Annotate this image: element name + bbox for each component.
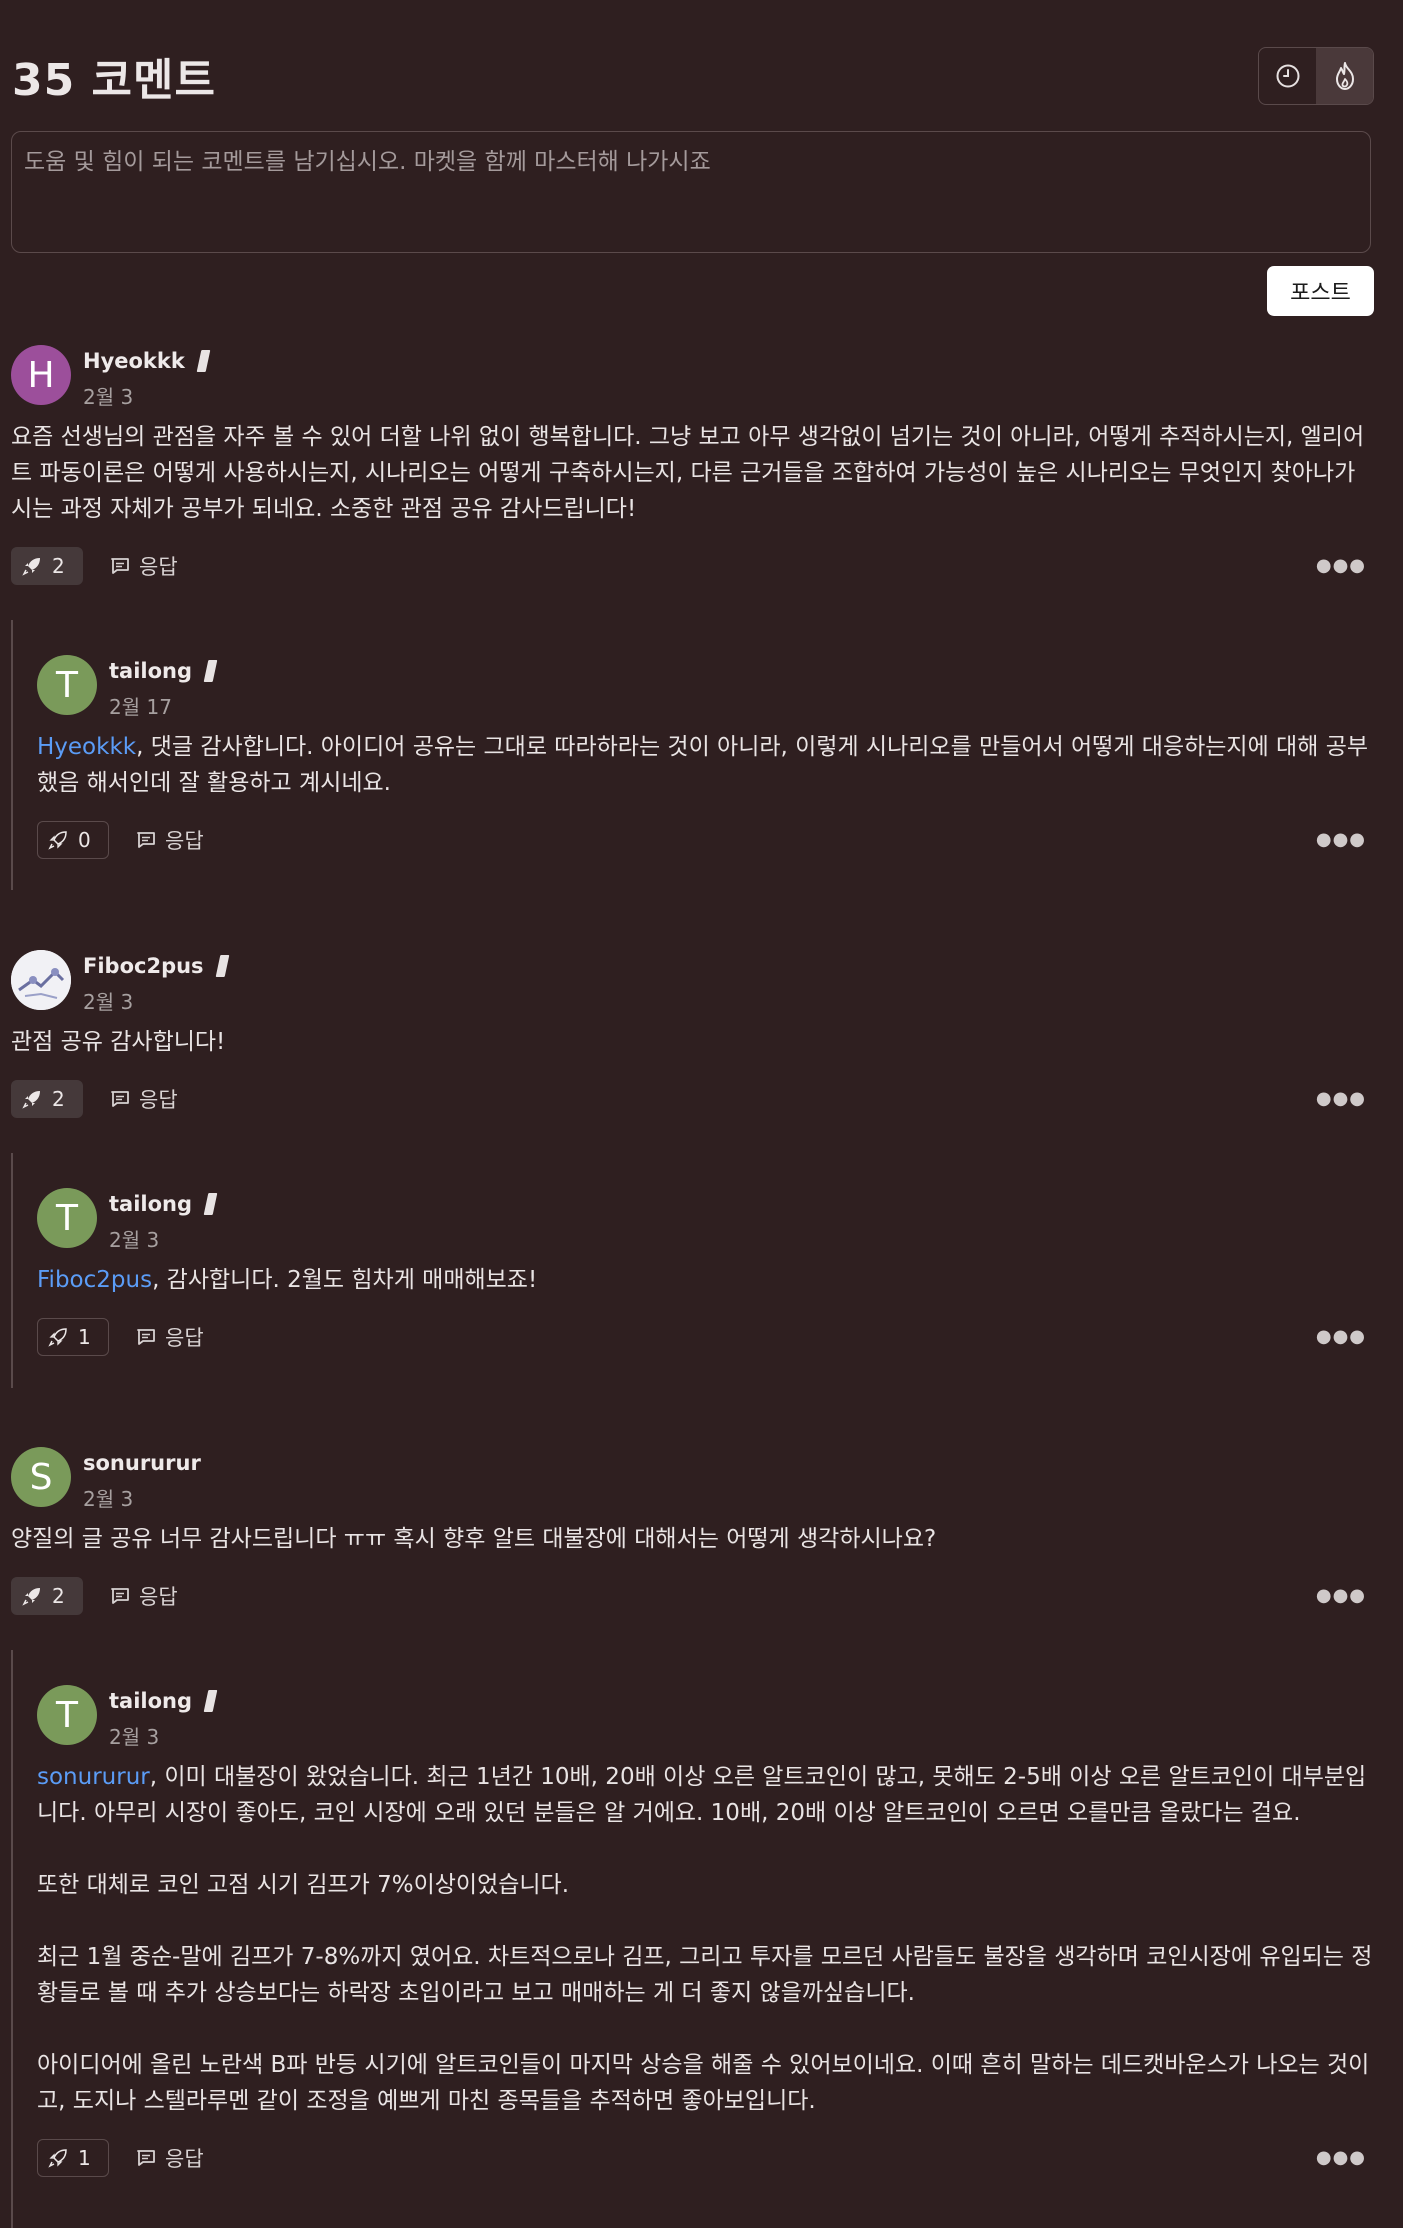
comment-body: Hyeokkk, 댓글 감사합니다. 아이디어 공유는 그대로 따라하라는 것이… (37, 734, 1369, 796)
reply-thread: T tailong 2월 17 Hyeokkk, 댓글 감사합니다. 아이디어 … (11, 620, 1374, 890)
boost-count: 1 (78, 2146, 91, 2170)
mention-link[interactable]: Hyeokkk (37, 734, 136, 760)
comment-header: T tailong 2월 3 (37, 1188, 1374, 1252)
avatar[interactable] (11, 950, 71, 1010)
more-options-icon[interactable]: ●●● (1316, 555, 1366, 576)
comment-date: 2월 17 (109, 695, 172, 719)
comment-body: 양질의 글 공유 너무 감사드립니다 ㅠㅠ 혹시 향후 알트 대불장에 대해서는… (11, 1526, 937, 1552)
sort-toggle (1258, 47, 1374, 105)
reply-icon (111, 1588, 129, 1604)
boost-count: 2 (52, 554, 65, 578)
author-name[interactable]: sonururur (83, 1451, 201, 1475)
rocket-icon (22, 1091, 40, 1109)
reply-icon (137, 1329, 155, 1345)
comment-header: S sonururur 2월 3 (11, 1447, 1374, 1511)
comment-header: T tailong 2월 17 (37, 655, 1374, 719)
pen-icon (203, 1193, 218, 1215)
comment-date: 2월 3 (109, 1228, 160, 1252)
avatar[interactable]: S (11, 1447, 71, 1507)
reply-icon (111, 1091, 129, 1107)
comment: H Hyeokkk 2월 3 요즘 선생님의 관점을 자주 볼 수 있어 더할 … (11, 345, 1374, 585)
reply-button[interactable]: 응답 (135, 1318, 204, 1356)
comment-actions: 0 응답 ●●● (37, 821, 1374, 859)
sort-popular-button[interactable] (1316, 48, 1373, 104)
comment-header: H Hyeokkk 2월 3 (11, 345, 1374, 409)
reply-icon (137, 832, 155, 848)
reply-thread: T tailong 2월 3 sonururur, 이미 대불장이 왔었습니다.… (11, 1650, 1374, 2228)
boost-count: 2 (52, 1584, 65, 1608)
rocket-icon (48, 2149, 67, 2168)
comment-date: 2월 3 (109, 1725, 160, 1749)
rocket-icon (22, 558, 40, 576)
comment-header: Fiboc2pus 2월 3 (11, 950, 1374, 1014)
reply-button[interactable]: 응답 (135, 821, 204, 859)
more-options-icon[interactable]: ●●● (1316, 1326, 1366, 1347)
avatar[interactable]: T (37, 1188, 97, 1248)
comment-body: 요즘 선생님의 관점을 자주 볼 수 있어 더할 나위 없이 행복합니다. 그냥… (11, 424, 1365, 522)
pen-icon (215, 955, 229, 977)
rocket-icon (48, 1328, 67, 1347)
mention-link[interactable]: Fiboc2pus (37, 1267, 152, 1293)
reply-thread: T tailong 2월 3 Fiboc2pus, 감사합니다. 2월도 힘차게… (11, 1153, 1374, 1388)
comment-date: 2월 3 (83, 385, 134, 409)
more-options-icon[interactable]: ●●● (1316, 829, 1366, 850)
comment-date: 2월 3 (83, 990, 134, 1014)
author-name[interactable]: Fiboc2pus (83, 954, 229, 978)
author-name[interactable]: tailong (109, 659, 218, 683)
avatar[interactable]: T (37, 1685, 97, 1745)
reply-icon (111, 558, 129, 574)
boost-button[interactable]: 1 (37, 1318, 109, 1356)
comments-count-title: 35 코멘트 (12, 55, 216, 106)
post-button[interactable]: 포스트 (1267, 266, 1374, 316)
reply-icon (137, 2150, 155, 2166)
pen-icon (196, 350, 211, 372)
avatar[interactable]: H (11, 345, 71, 405)
boost-count: 1 (78, 1325, 91, 1349)
more-options-icon[interactable]: ●●● (1316, 1088, 1366, 1109)
comment-actions: 1 응답 ●●● (37, 1318, 1374, 1356)
pen-icon (203, 660, 218, 682)
comments-header: 35 코멘트 (12, 44, 1374, 114)
boost-count: 2 (52, 1087, 65, 1111)
pen-icon (203, 1690, 218, 1712)
more-options-icon[interactable]: ●●● (1316, 2147, 1366, 2168)
reply-button[interactable]: 응답 (109, 1577, 178, 1615)
comment-header: T tailong 2월 3 (37, 1685, 1374, 1749)
boost-button[interactable]: 1 (37, 2139, 109, 2177)
avatar-image (11, 950, 71, 1010)
mention-link[interactable]: sonururur (37, 1764, 150, 1790)
comment-body: 관점 공유 감사합니다! (11, 1029, 226, 1055)
author-name[interactable]: tailong (109, 1689, 218, 1713)
boost-button[interactable]: 2 (11, 547, 83, 585)
more-options-icon[interactable]: ●●● (1316, 1585, 1366, 1606)
comment-actions: 2 응답 ●●● (11, 1577, 1374, 1615)
comment: S sonururur 2월 3 양질의 글 공유 너무 감사드립니다 ㅠㅠ 혹… (11, 1447, 1374, 1615)
comment-actions: 2 응답 ●●● (11, 547, 1374, 585)
sort-recent-button[interactable] (1259, 48, 1316, 104)
comment-body: Fiboc2pus, 감사합니다. 2월도 힘차게 매매해보죠! (37, 1267, 538, 1293)
rocket-icon (22, 1588, 40, 1606)
comment-date: 2월 3 (83, 1487, 134, 1511)
boost-button[interactable]: 2 (11, 1080, 83, 1118)
avatar[interactable]: T (37, 655, 97, 715)
comments-section: 35 코멘트 도움 및 힘이 되는 코멘트를 남기십시오. 마켓을 함께 마스터… (0, 0, 1403, 2228)
comment-body: sonururur, 이미 대불장이 왔었습니다. 최근 1년간 10배, 20… (37, 1764, 1373, 2114)
reply-button[interactable]: 응답 (135, 2139, 204, 2177)
boost-count: 0 (78, 828, 91, 852)
clock-icon (1276, 64, 1299, 88)
comment-actions: 2 응답 ●●● (11, 1080, 1374, 1118)
reply-button[interactable]: 응답 (109, 547, 178, 585)
boost-button[interactable]: 0 (37, 821, 109, 859)
author-name[interactable]: tailong (109, 1192, 218, 1216)
boost-button[interactable]: 2 (11, 1577, 83, 1615)
flame-icon (1335, 62, 1354, 90)
author-name[interactable]: Hyeokkk (83, 349, 211, 373)
rocket-icon (48, 831, 67, 850)
comment: Fiboc2pus 2월 3 관점 공유 감사합니다! 2 응답 ●●● (11, 950, 1374, 1118)
comment-input[interactable]: 도움 및 힘이 되는 코멘트를 남기십시오. 마켓을 함께 마스터해 나가시죠 (11, 131, 1371, 253)
comment-actions: 1 응답 ●●● (37, 2139, 1374, 2177)
reply-button[interactable]: 응답 (109, 1080, 178, 1118)
